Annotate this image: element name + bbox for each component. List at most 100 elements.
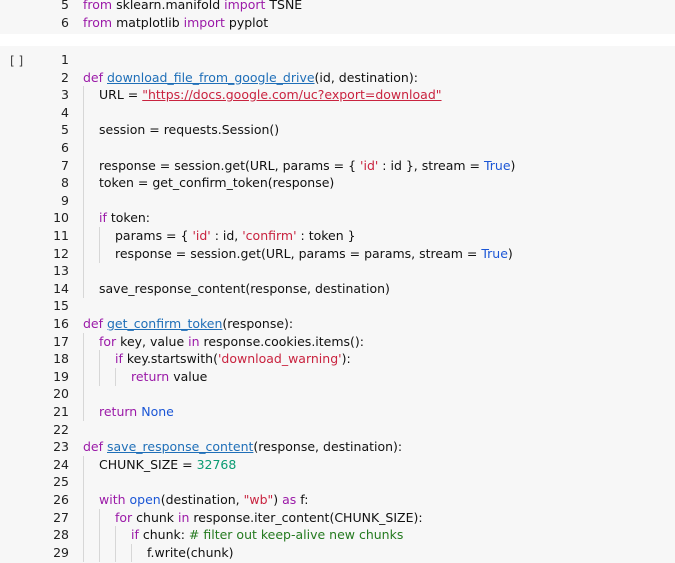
indent-guide xyxy=(83,103,84,122)
code-line[interactable]: 9 xyxy=(0,191,675,210)
code-line[interactable]: 14 save_response_content(response, destin… xyxy=(0,279,675,298)
code-token: value xyxy=(169,368,208,384)
code-line[interactable]: 2 def download_file_from_google_drive(id,… xyxy=(0,69,675,87)
code-cell[interactable]: [ ] 1 2 def download_file_from_google_driv… xyxy=(0,46,675,563)
code-token: key, value xyxy=(116,333,189,349)
code-token: 'confirm' xyxy=(242,228,297,243)
indent-guide xyxy=(83,367,84,386)
code-line[interactable]: 17 for key, value in response.cookies.ite… xyxy=(0,332,675,351)
code-token: def xyxy=(83,439,107,455)
line-number: 12 xyxy=(53,245,69,261)
code-token: token = get_confirm_token(response) xyxy=(99,175,335,191)
code-line[interactable]: 5 session = requests.Session() xyxy=(0,121,675,140)
code-line[interactable]: 20 xyxy=(0,385,675,404)
line-number: 28 xyxy=(53,527,69,543)
code-token: matplotlib xyxy=(112,15,184,30)
code-token: f: xyxy=(296,492,309,507)
code-token: chunk: xyxy=(138,527,189,543)
code-line[interactable]: 12 response = session.get(URL, params = p… xyxy=(0,244,675,263)
line-number: 27 xyxy=(53,509,69,525)
code-line[interactable]: 4 xyxy=(0,103,675,122)
code-token: response.cookies.items(): xyxy=(199,333,365,349)
code-token: if xyxy=(115,351,123,367)
code-token: key.startswith( xyxy=(122,351,218,367)
previous-code-cell[interactable]: 5 from sklearn.manifold import TSNE 6 from … xyxy=(0,0,675,34)
line-number: 17 xyxy=(53,333,69,349)
indent-guide xyxy=(83,279,84,298)
indent-guide xyxy=(83,332,84,351)
code-line[interactable]: 15 xyxy=(0,297,675,315)
code-token: (id, destination): xyxy=(314,69,418,85)
line-number: 22 xyxy=(53,421,69,437)
code-token: from xyxy=(83,15,113,30)
code-line[interactable]: 18 if key.startswith('download_warning'): xyxy=(0,350,675,369)
code-token: (response): xyxy=(222,316,294,331)
line-number: 1 xyxy=(61,52,69,67)
code-token: if xyxy=(131,527,139,543)
code-text: def save_response_content(response, dest… xyxy=(83,438,402,456)
code-token: f.write(chunk) xyxy=(147,544,234,560)
indent-guide xyxy=(115,543,116,562)
code-token: if xyxy=(99,210,107,226)
code-line[interactable]: 3 URL = "https://docs.google.com/uc?expor… xyxy=(0,86,675,105)
indent-guide xyxy=(83,473,84,492)
line-number: 9 xyxy=(61,192,69,208)
code-token: CHUNK_SIZE = xyxy=(99,456,197,472)
code-text: with open(destination, "wb") as f: xyxy=(99,491,308,509)
line-number: 29 xyxy=(53,544,69,560)
code-line[interactable]: 28 if chunk: # filter out keep-alive new … xyxy=(0,526,675,545)
code-token: ) xyxy=(510,157,516,173)
code-token: "wb" xyxy=(243,492,274,507)
line-number: 23 xyxy=(53,439,69,455)
code-token: response = session.get(URL, params = par… xyxy=(115,245,482,261)
indent-guide xyxy=(83,86,84,105)
code-token: for xyxy=(115,509,133,525)
code-line[interactable]: 29 f.write(chunk) xyxy=(0,543,675,562)
code-line[interactable]: 6 xyxy=(0,139,675,157)
indent-guide xyxy=(83,209,84,228)
code-text: for key, value in response.cookies.items… xyxy=(99,333,364,351)
code-line[interactable]: 7 response = session.get(URL, params = { … xyxy=(0,156,675,175)
line-number: 16 xyxy=(53,316,69,331)
code-token: as xyxy=(282,492,297,507)
line-number: 25 xyxy=(53,474,69,490)
line-number: 8 xyxy=(61,175,69,191)
line-number: 26 xyxy=(53,492,69,507)
code-line[interactable]: 23 def save_response_content(response, de… xyxy=(0,438,675,456)
indent-guide xyxy=(83,156,84,175)
indent-guide xyxy=(131,543,132,562)
line-number: 11 xyxy=(53,228,69,243)
indent-guide xyxy=(83,262,84,281)
code-line[interactable]: 13 xyxy=(0,262,675,281)
code-token: def xyxy=(83,69,107,85)
code-line[interactable]: 26 with open(destination, "wb") as f: xyxy=(0,491,675,509)
line-number: 3 xyxy=(61,87,69,103)
code-token: response.iter_content(CHUNK_SIZE): xyxy=(189,509,423,525)
code-token: in xyxy=(188,333,200,349)
code-line[interactable]: 22 xyxy=(0,421,675,439)
code-line[interactable]: 11 params = { 'id' : id, 'confirm' : toke… xyxy=(0,227,675,245)
code-text: f.write(chunk) xyxy=(147,544,234,562)
code-line[interactable]: 25 xyxy=(0,473,675,492)
code-text: return None xyxy=(99,403,174,421)
code-line[interactable]: 6 from matplotlib import pyplot xyxy=(0,14,675,32)
code-line[interactable]: 19 return value xyxy=(0,367,675,386)
code-line[interactable]: 8 token = get_confirm_token(response) xyxy=(0,174,675,193)
code-text: if chunk: # filter out keep-alive new ch… xyxy=(131,526,403,544)
line-number: 2 xyxy=(61,69,69,85)
code-line[interactable]: 27 for chunk in response.iter_content(CHU… xyxy=(0,508,675,527)
indent-guide xyxy=(83,403,84,421)
indent-guide xyxy=(83,121,84,140)
code-line[interactable]: 21 return None xyxy=(0,403,675,421)
indent-guide xyxy=(83,385,84,404)
line-number: 13 xyxy=(53,263,69,279)
code-line[interactable]: 5 from sklearn.manifold import TSNE xyxy=(0,0,675,14)
code-line[interactable]: 16 def get_confirm_token(response): xyxy=(0,315,675,333)
indent-guide xyxy=(83,174,84,193)
code-line[interactable]: 10 if token: xyxy=(0,209,675,228)
code-token: 'download_warning' xyxy=(217,351,342,367)
line-number: 4 xyxy=(61,104,69,120)
code-line[interactable]: 24 CHUNK_SIZE = 32768 xyxy=(0,455,675,474)
code-token: : token } xyxy=(296,228,356,243)
code-line[interactable]: 1 xyxy=(0,51,675,69)
